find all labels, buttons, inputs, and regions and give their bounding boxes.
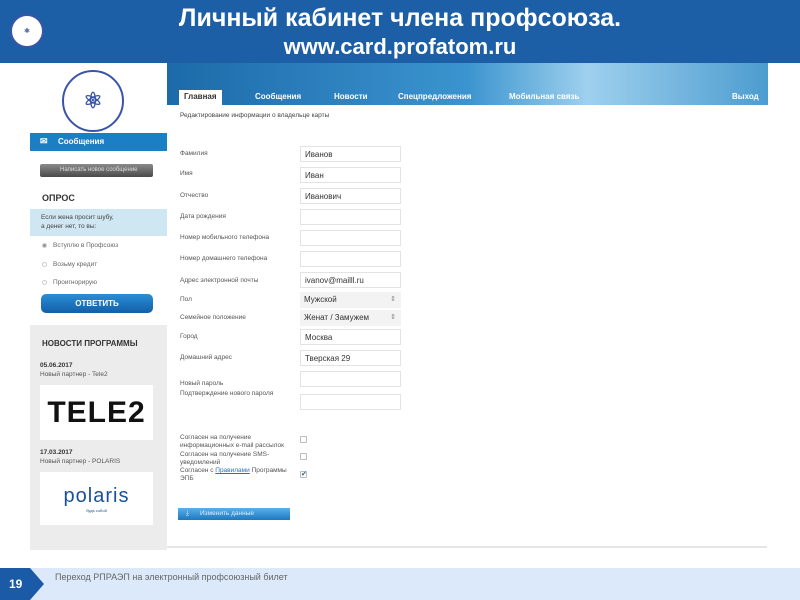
polaris-tagline: будь собой	[86, 507, 107, 513]
consent-rules-label: Согласен с Правилами Программы ЭПБ	[180, 467, 300, 483]
poll-question-line: а денег нет, то вы:	[41, 223, 97, 230]
poll-option-label: Вступлю в Профсоюз	[53, 242, 119, 249]
sidebar-messages-label: Сообщения	[58, 137, 105, 146]
field-label: Адрес электронной почты	[180, 277, 259, 284]
consent-rules-checkbox[interactable]: ✔	[300, 471, 307, 478]
tab-messages[interactable]: Сообщения	[255, 92, 301, 105]
radio-icon	[42, 262, 47, 267]
save-changes-button[interactable]: ⤓ Изменить данные	[178, 508, 290, 520]
polaris-logo[interactable]: polaris будь собой	[40, 472, 153, 525]
consent-sms-label: Согласен на получение SMS-уведомлений	[180, 451, 270, 466]
text-field[interactable]: Иван	[300, 167, 401, 183]
field-label: Отчество	[180, 192, 209, 199]
tab-mobile[interactable]: Мобильная связь	[509, 92, 579, 105]
field-label: Дата рождения	[180, 213, 226, 220]
poll-option-label: Проигнорирую	[53, 279, 98, 286]
site-url: www.card.profatom.ru	[283, 34, 517, 59]
poll-answer-button[interactable]: ОТВЕТИТЬ	[41, 294, 153, 313]
tab-main[interactable]: Главная	[179, 90, 222, 105]
text-field[interactable]: Иванов	[300, 146, 401, 162]
consent-sms-checkbox[interactable]	[300, 453, 307, 460]
download-icon: ⤓	[186, 510, 189, 517]
field-label: Подтверждение нового пароля	[180, 390, 274, 397]
radio-selected-icon	[42, 243, 47, 248]
site-logo-icon[interactable]: ⚛	[62, 70, 124, 132]
new-message-button[interactable]: Написать новое сообщение	[40, 164, 153, 177]
field-label: Пол	[180, 296, 192, 303]
logout-link[interactable]: Выход	[732, 92, 759, 105]
poll-option[interactable]: Вступлю в Профсоюз	[42, 242, 118, 249]
field-label: Домашний адрес	[180, 354, 232, 361]
text-field[interactable]	[300, 230, 401, 246]
field-label: Номер мобильного телефона	[180, 234, 270, 241]
footer-text: Переход РПРАЭП на электронный профсоюзны…	[55, 572, 288, 582]
select-field[interactable]: Мужской	[300, 292, 401, 308]
divider	[167, 546, 767, 548]
text-field[interactable]: Иванович	[300, 188, 401, 204]
text-field[interactable]: Тверская 29	[300, 350, 401, 366]
form-title: Редактирование информации о владельце ка…	[180, 112, 330, 119]
poll-question: Если жена просит шубу, а денег нет, то вы…	[30, 209, 167, 236]
news-text[interactable]: Новый партнер - POLARIS	[40, 458, 120, 465]
select-field[interactable]: Женат / Замужем	[300, 310, 401, 326]
consent-email-checkbox[interactable]	[300, 436, 307, 443]
save-label: Изменить данные	[200, 510, 254, 517]
slide-title-bar: ⚛ Личный кабинет члена профсоюза. www.ca…	[0, 0, 800, 63]
field-label: Город	[180, 333, 198, 340]
field-label: Имя	[180, 170, 193, 177]
news-text[interactable]: Новый партнер - Tele2	[40, 371, 108, 378]
text-field[interactable]: ivanov@mailll.ru	[300, 272, 401, 288]
poll-option-label: Возьму кредит	[53, 261, 98, 268]
tab-news[interactable]: Новости	[334, 92, 368, 105]
field-label: Семейное положение	[180, 314, 246, 321]
poll-option[interactable]: Проигнорирую	[42, 279, 97, 286]
consent-email-label: Согласен на получение информационных e-m…	[180, 434, 284, 449]
sidebar-messages[interactable]: ✉ Сообщения	[30, 133, 167, 151]
news-date: 17.03.2017	[40, 449, 73, 456]
text-field[interactable]	[300, 394, 401, 410]
field-label: Фамилия	[180, 150, 208, 157]
poll-option[interactable]: Возьму кредит	[42, 261, 97, 268]
text-field[interactable]	[300, 251, 401, 267]
field-label: Номер домашнего телефона	[180, 255, 268, 262]
field-label: Новый пароль	[180, 380, 224, 387]
poll-title: ОПРОС	[42, 193, 75, 203]
news-date: 05.06.2017	[40, 362, 73, 369]
slide-title: Личный кабинет члена профсоюза.	[178, 4, 622, 32]
poll-question-line: Если жена просит шубу,	[41, 214, 114, 221]
text-field[interactable]: Москва	[300, 329, 401, 345]
envelope-icon: ✉	[40, 136, 48, 146]
news-title: НОВОСТИ ПРОГРАММЫ	[42, 339, 138, 348]
radio-icon	[42, 280, 47, 285]
rules-link[interactable]: Правилами	[215, 467, 250, 474]
text-field[interactable]	[300, 371, 401, 387]
consent-rules-text: Согласен с	[180, 467, 216, 474]
text-field[interactable]	[300, 209, 401, 225]
tele2-logo[interactable]: TELE2	[40, 385, 153, 440]
tab-special-offers[interactable]: Спецпредложения	[398, 92, 471, 105]
polaris-logo-text: polaris	[63, 484, 130, 507]
